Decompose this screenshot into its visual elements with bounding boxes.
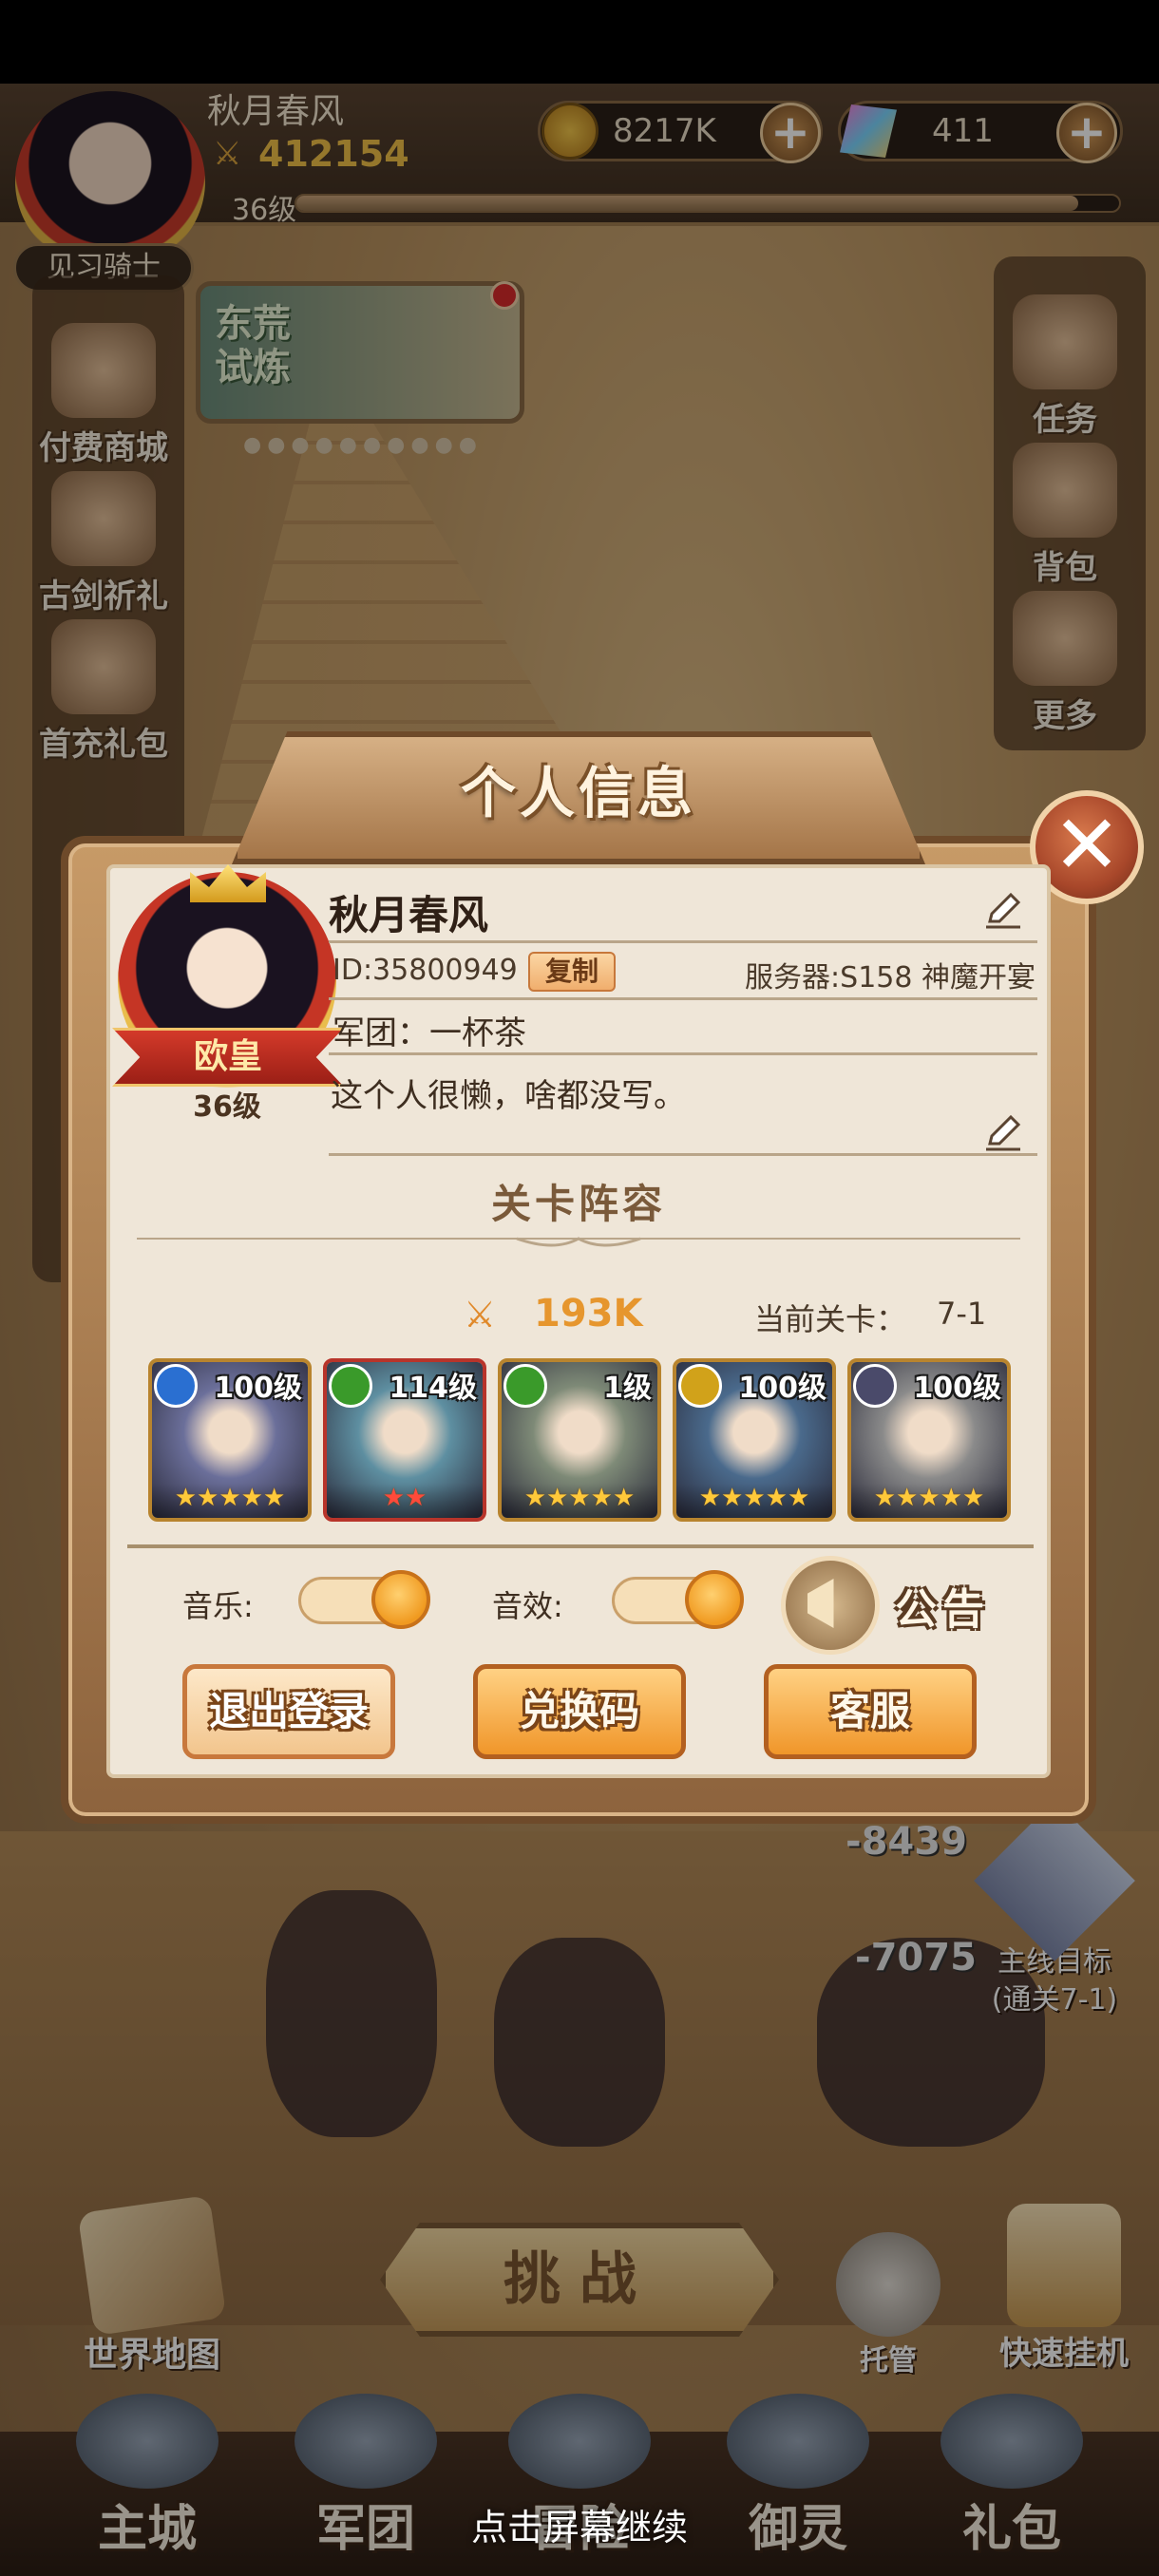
copy-id-button[interactable]: 复制 <box>528 952 616 992</box>
hero-stars: ★★★★★ <box>502 1484 657 1518</box>
hero-stars: ★★★★★ <box>851 1484 1007 1518</box>
edit-name-icon[interactable] <box>982 889 1024 931</box>
logout-button[interactable]: 退出登录 <box>182 1664 395 1759</box>
tap-to-continue-hint: 点击屏幕继续 <box>470 2507 688 2548</box>
avatar-level: 36级 <box>193 1090 261 1124</box>
profile-dialog: 个人信息 ✕ 欧皇 36级 秋月春风 ID:35800949 复制 服务器:S1… <box>13 731 1144 1824</box>
redeem-code-button[interactable]: 兑换码 <box>473 1664 686 1759</box>
announcement-label: 公告 <box>895 1585 990 1634</box>
current-stage-value: 7-1 <box>937 1296 987 1332</box>
divider <box>329 1052 1037 1055</box>
player-id: ID:35800949 <box>332 954 518 987</box>
element-badge-icon <box>678 1364 722 1408</box>
divider <box>127 1544 1034 1548</box>
divider <box>329 1153 1037 1156</box>
hero-card[interactable]: 114级 ★★ <box>323 1358 486 1522</box>
customer-service-button[interactable]: 客服 <box>764 1664 977 1759</box>
current-stage-label: 当前关卡： <box>754 1301 907 1337</box>
guild-info: 军团：一杯茶 <box>332 1014 526 1052</box>
hero-level: 1级 <box>603 1372 652 1405</box>
dialog-title: 个人信息 <box>460 761 696 825</box>
divider <box>329 997 1037 1000</box>
element-badge-icon <box>329 1364 372 1408</box>
hero-level: 100级 <box>738 1372 826 1405</box>
server-info: 服务器:S158 神魔开宴 <box>745 961 1036 994</box>
signature-text: 这个人很懒，啥都没写。 <box>331 1077 686 1115</box>
element-badge-icon <box>154 1364 198 1408</box>
toggle-knob <box>371 1570 430 1629</box>
hero-level: 100级 <box>214 1372 302 1405</box>
sfx-toggle[interactable] <box>612 1570 744 1629</box>
element-badge-icon <box>504 1364 547 1408</box>
music-label: 音乐: <box>182 1588 254 1624</box>
hero-level: 100级 <box>913 1372 1001 1405</box>
hero-card[interactable]: 100级 ★★★★★ <box>673 1358 836 1522</box>
element-badge-icon <box>853 1364 897 1408</box>
profile-name: 秋月春风 <box>329 892 489 938</box>
hero-stars: ★★ <box>327 1484 483 1518</box>
divider <box>329 940 1037 943</box>
hero-stars: ★★★★★ <box>152 1484 308 1518</box>
crossed-swords-icon: ⚔ <box>464 1294 497 1335</box>
vip-title-ribbon: 欧皇 <box>112 1028 344 1087</box>
toggle-knob <box>685 1570 744 1629</box>
hero-card[interactable]: 1级 ★★★★★ <box>498 1358 661 1522</box>
music-toggle[interactable] <box>298 1570 430 1629</box>
hero-card[interactable]: 100级 ★★★★★ <box>847 1358 1011 1522</box>
hero-level: 114级 <box>389 1372 477 1405</box>
lineup-power: 193K <box>534 1292 643 1335</box>
ornament-divider <box>137 1237 1020 1247</box>
hero-card[interactable]: 100级 ★★★★★ <box>148 1358 312 1522</box>
edit-signature-icon[interactable] <box>982 1111 1024 1153</box>
lineup-section-title: 关卡阵容 <box>490 1181 666 1227</box>
sfx-label: 音效: <box>492 1588 563 1624</box>
hero-stars: ★★★★★ <box>676 1484 832 1518</box>
